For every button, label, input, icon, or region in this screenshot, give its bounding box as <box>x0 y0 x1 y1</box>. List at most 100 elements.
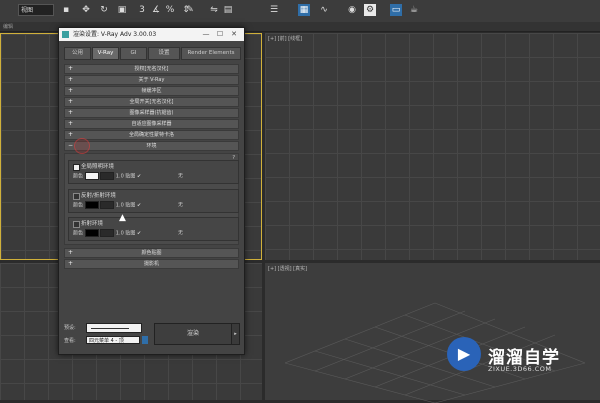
move-icon[interactable]: ✥ <box>80 4 92 16</box>
expand-icon: + <box>68 131 74 138</box>
override-label: 反射/折射环境 <box>81 193 116 199</box>
render-button[interactable]: 渲染 <box>154 323 232 345</box>
view-label: 查看: <box>64 338 76 344</box>
color-swatch[interactable] <box>84 201 99 209</box>
rollout-label: 自适应图像采样器 <box>131 121 172 127</box>
map-slot-button[interactable]: 无 <box>178 229 183 236</box>
view-to-render-dropdown[interactable]: 四元菜单 4 - 顶 <box>86 336 140 344</box>
rollout-top-2[interactable]: + 帧缓冲区 <box>64 86 239 96</box>
rollout-label: 环境 <box>146 143 157 149</box>
map-label: 贴图 <box>125 173 136 180</box>
rollout-label: 全局开关[无名汉化] <box>129 99 174 105</box>
override-checkbox[interactable] <box>73 164 80 171</box>
preset-label: 预设: <box>64 325 76 331</box>
multiplier-value: 1.0 <box>115 202 124 209</box>
multiplier-spinner[interactable] <box>100 229 115 237</box>
expand-icon: + <box>68 76 74 83</box>
lock-view-icon[interactable] <box>142 336 148 344</box>
expand-icon: + <box>68 249 74 256</box>
collapse-icon: − <box>68 142 74 149</box>
render-setup-dialog: 渲染设置: V-Ray Adv 3.00.03 — ☐ ✕ 公用 V-Ray GI … <box>58 27 245 355</box>
override-label: 折射环境 <box>81 221 104 227</box>
override-checkbox[interactable] <box>73 221 80 228</box>
layer-icon[interactable]: ☰ <box>268 4 280 16</box>
click-highlight <box>74 138 90 154</box>
rotate-icon[interactable]: ↻ <box>98 4 110 16</box>
rollout-bottom-0[interactable]: + 颜色贴图 <box>64 248 239 258</box>
multiplier-spinner[interactable] <box>100 172 115 180</box>
override-checkbox[interactable] <box>73 193 80 200</box>
map-checkbox[interactable]: ✔ <box>137 231 141 237</box>
multiplier-value: 1.0 <box>115 173 124 180</box>
rollout-top-6[interactable]: + 全局确定性蒙特卡洛 <box>64 130 239 140</box>
map-label: 贴图 <box>125 230 136 237</box>
map-checkbox[interactable]: ✔ <box>137 174 141 180</box>
viewport-label-front[interactable]: [+] [前] [线框] <box>268 35 302 42</box>
expand-icon: + <box>68 98 74 105</box>
maximize-icon[interactable]: ☐ <box>213 28 227 41</box>
tab-common[interactable]: 公用 <box>64 47 91 60</box>
expand-icon: + <box>68 260 74 267</box>
viewport-label-perspective[interactable]: [+] [透视] [真实] <box>268 265 307 272</box>
env-override-group: 反射/折射环境颜色 1.0 贴图 ✔ 无 <box>68 189 239 213</box>
tab-vray[interactable]: V-Ray <box>92 47 119 60</box>
rollout-bottom-1[interactable]: + 摄影机 <box>64 259 239 269</box>
render-setup-icon[interactable]: ⚙ <box>364 4 376 16</box>
rollout-label: 图像采样器(抗锯齿) <box>129 110 174 116</box>
rollout-label: 全局确定性蒙特卡洛 <box>128 132 174 138</box>
tab-settings[interactable]: 设置 <box>148 47 180 60</box>
scene-explorer-icon[interactable]: ▦ <box>298 4 310 16</box>
multiplier-spinner[interactable] <box>100 201 115 209</box>
rendered-frame-icon[interactable]: ▭ <box>390 4 402 16</box>
minimize-icon[interactable]: — <box>199 28 213 41</box>
expand-icon: + <box>68 65 74 72</box>
snap-angle-icon[interactable]: ∡ <box>150 4 162 16</box>
watermark-logo-icon: ▶ <box>447 337 481 371</box>
select-icon[interactable]: ▪ <box>60 4 72 16</box>
rollout-top-0[interactable]: + 授权[无名汉化] <box>64 64 239 74</box>
env-override-group: 全局照明环境 颜色 1.0 贴图 ✔ 无 <box>68 160 239 184</box>
rollout-top-3[interactable]: + 全局开关[无名汉化] <box>64 97 239 107</box>
rollout-environment[interactable]: − 环境 <box>64 141 239 151</box>
align-icon[interactable]: ▤ <box>222 4 234 16</box>
color-label: 颜色 <box>73 202 84 209</box>
override-row: 颜色 1.0 贴图 ✔ 无 <box>73 229 238 237</box>
map-checkbox[interactable]: ✔ <box>137 203 141 209</box>
edit-named-selection-icon[interactable]: ✎ <box>184 4 196 16</box>
expand-icon: + <box>68 109 74 116</box>
tab-render-elements[interactable]: Render Elements <box>181 47 241 60</box>
dialog-footer: 预设: 查看: 四元菜单 4 - 顶 渲染 ▸ <box>64 323 240 350</box>
preset-dropdown[interactable] <box>86 323 142 333</box>
viewport-front[interactable]: [+] [前] [线框] <box>265 33 600 260</box>
tab-gi[interactable]: GI <box>120 47 147 60</box>
snap-3-icon[interactable]: 3 <box>136 4 148 16</box>
color-swatch[interactable] <box>84 229 99 237</box>
rollout-label: 关于 V-Ray <box>138 77 165 83</box>
snap-percent-icon[interactable]: % <box>164 4 176 16</box>
curve-editor-icon[interactable]: ∿ <box>318 4 330 16</box>
render-options-arrow-icon[interactable]: ▸ <box>231 323 240 345</box>
viewport-perspective[interactable]: [+] [透视] [真实] <box>265 263 600 403</box>
render-tabs: 公用 V-Ray GI 设置 Render Elements <box>64 47 242 60</box>
color-swatch[interactable] <box>84 172 99 180</box>
render-icon[interactable]: ☕ <box>408 4 420 16</box>
main-toolbar: 视图 ▪ ✥ ↻ ▣ 3 ∡% ⇕ ✎ ⇋ ▤ ☰ ▦ ∿ ◉ ⚙ ▭ ☕ <box>0 0 600 23</box>
mirror-icon[interactable]: ⇋ <box>208 4 220 16</box>
override-row: 颜色 1.0 贴图 ✔ 无 <box>73 172 238 180</box>
rollout-top-4[interactable]: + 图像采样器(抗锯齿) <box>64 108 239 118</box>
environment-panel: ? 全局照明环境 颜色 1.0 贴图 ✔ 无反射/折射环境 颜色 1.0 贴图 ✔ 无折… <box>64 153 239 245</box>
scale-icon[interactable]: ▣ <box>116 4 128 16</box>
vray-app-icon <box>62 31 69 38</box>
rollout-top-5[interactable]: + 自适应图像采样器 <box>64 119 239 129</box>
material-editor-icon[interactable]: ◉ <box>346 4 358 16</box>
dialog-titlebar[interactable]: 渲染设置: V-Ray Adv 3.00.03 — ☐ ✕ <box>59 28 244 41</box>
color-label: 颜色 <box>73 173 84 180</box>
view-dropdown[interactable]: 视图 <box>18 4 54 16</box>
watermark-url: ZIXUE.3D66.COM <box>488 365 552 373</box>
map-label: 贴图 <box>125 202 136 209</box>
rollout-top-1[interactable]: + 关于 V-Ray <box>64 75 239 85</box>
rollout-label: 颜色贴图 <box>141 250 162 256</box>
map-slot-button[interactable]: 无 <box>178 201 183 208</box>
close-icon[interactable]: ✕ <box>227 28 241 41</box>
map-slot-button[interactable]: 无 <box>178 172 183 179</box>
